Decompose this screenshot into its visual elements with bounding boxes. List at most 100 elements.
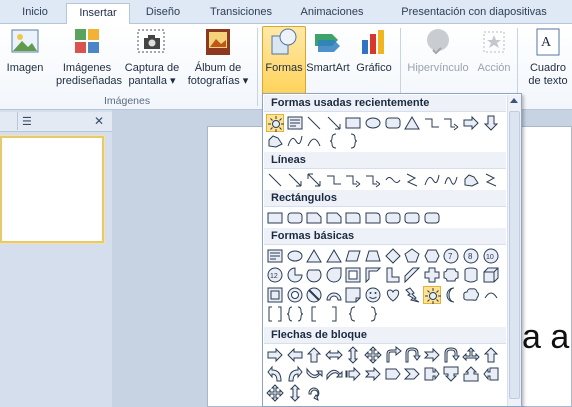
accion-button[interactable]: Acción <box>474 26 514 75</box>
circArrow-icon[interactable] <box>305 384 323 402</box>
sun-icon[interactable] <box>266 114 284 132</box>
round1-icon[interactable] <box>364 209 382 227</box>
rect-icon[interactable] <box>344 114 362 132</box>
tab-transiciones[interactable]: Transiciones <box>198 3 284 24</box>
round1-icon[interactable] <box>344 209 362 227</box>
curve-icon[interactable] <box>423 171 441 189</box>
quadarrow-icon[interactable] <box>364 346 382 364</box>
close-icon[interactable]: ✕ <box>94 114 104 128</box>
arrowline-icon[interactable] <box>325 114 343 132</box>
scrollbar-thumb[interactable] <box>509 111 520 399</box>
bevel-icon[interactable] <box>266 286 284 304</box>
slide-text[interactable]: a a <box>522 318 569 357</box>
elbowarrow-icon[interactable] <box>442 114 460 132</box>
dodec-icon[interactable]: 12 <box>266 266 284 284</box>
smartart-button[interactable]: SmartArt <box>305 26 351 75</box>
uarrow-icon[interactable] <box>482 346 500 364</box>
curvedU-icon[interactable] <box>305 365 323 383</box>
curve-icon[interactable] <box>286 132 304 150</box>
elbowarrow-icon[interactable] <box>364 171 382 189</box>
udarrow-icon[interactable] <box>286 384 304 402</box>
dcallout-icon[interactable] <box>442 365 460 383</box>
sun-icon[interactable] <box>422 286 441 304</box>
hipervinculo-button[interactable]: Hipervínculo <box>403 26 473 75</box>
arrowline-icon[interactable] <box>286 171 304 189</box>
lrUp-icon[interactable] <box>462 346 480 364</box>
freeform-icon[interactable] <box>462 171 480 189</box>
rrect-icon[interactable] <box>403 209 421 227</box>
dblarrow-icon[interactable] <box>305 171 323 189</box>
pie-icon[interactable] <box>286 266 304 284</box>
imagen-button[interactable]: Imagen <box>4 26 46 75</box>
donut-icon[interactable] <box>286 286 304 304</box>
gallery-scrollbar[interactable] <box>507 95 521 406</box>
album-fotografias-button[interactable]: Álbum de fotografías ▾ <box>186 26 250 88</box>
cube-icon[interactable] <box>482 266 500 284</box>
imagenes-prediseñadas-button[interactable]: Imágenes prediseñadas <box>56 26 122 88</box>
arc-icon[interactable] <box>305 132 323 150</box>
textbox-icon[interactable] <box>266 247 284 265</box>
lshape-icon[interactable] <box>384 266 402 284</box>
ucallout-icon[interactable] <box>462 365 480 383</box>
elbow-icon[interactable] <box>423 114 441 132</box>
grafico-button[interactable]: Gráfico <box>352 26 396 75</box>
captura-pantalla-button[interactable]: Captura de pantalla ▾ <box>120 26 184 88</box>
frame-icon[interactable] <box>344 266 362 284</box>
tri-icon[interactable] <box>325 247 343 265</box>
elbowarrow-icon[interactable] <box>344 171 362 189</box>
udarrow-icon[interactable] <box>344 346 362 364</box>
cuadro-texto-button[interactable]: A Cuadro de texto <box>524 26 572 88</box>
zigzag-icon[interactable] <box>482 171 500 189</box>
uturn-icon[interactable] <box>442 346 461 364</box>
rrect-icon[interactable] <box>286 209 304 227</box>
rarrow-icon[interactable] <box>462 114 480 132</box>
scroll-up-icon[interactable] <box>510 98 518 103</box>
freeform-icon[interactable] <box>266 132 284 150</box>
pentArrow-icon[interactable] <box>384 365 402 383</box>
tab-insertar[interactable]: Insertar <box>66 3 130 24</box>
lcallout-icon[interactable] <box>482 365 500 383</box>
diagstripe-icon[interactable] <box>403 266 421 284</box>
moon-icon[interactable] <box>442 286 460 304</box>
rbracket-icon[interactable] <box>325 305 343 323</box>
hept-icon[interactable]: 7 <box>442 247 460 265</box>
pent-icon[interactable] <box>403 247 421 265</box>
snip-icon[interactable] <box>325 209 343 227</box>
oct-icon[interactable]: 8 <box>462 247 480 265</box>
cloud-icon[interactable] <box>462 286 480 304</box>
rarrow-icon[interactable] <box>266 346 284 364</box>
snip-icon[interactable] <box>305 209 323 227</box>
dec-icon[interactable]: 10 <box>482 247 500 265</box>
dbracket-icon[interactable] <box>266 305 284 323</box>
tab-diseno[interactable]: Diseño <box>134 3 192 24</box>
ellipse-icon[interactable] <box>286 247 304 265</box>
bentarrow-icon[interactable] <box>384 346 402 364</box>
striped-icon[interactable] <box>344 365 362 383</box>
rect-icon[interactable] <box>266 209 284 227</box>
pane-tab-slides[interactable] <box>4 112 18 130</box>
smiley-icon[interactable] <box>364 286 382 304</box>
chord-icon[interactable] <box>305 266 323 284</box>
scribble-icon[interactable] <box>442 171 460 189</box>
line-icon[interactable] <box>266 171 284 189</box>
slide-thumbnail[interactable] <box>0 136 104 243</box>
heart-icon[interactable] <box>384 286 402 304</box>
zigzag-icon[interactable] <box>403 171 421 189</box>
para-icon[interactable] <box>344 247 362 265</box>
wave-icon[interactable] <box>384 171 402 189</box>
notch-icon[interactable] <box>364 365 382 383</box>
halfframe-icon[interactable] <box>364 266 382 284</box>
tri-icon[interactable] <box>305 247 323 265</box>
tab-animaciones[interactable]: Animaciones <box>290 3 374 24</box>
tear-icon[interactable] <box>325 266 343 284</box>
blockarc-icon[interactable] <box>325 286 343 304</box>
brace-icon[interactable] <box>344 305 362 323</box>
trap-icon[interactable] <box>364 247 382 265</box>
notch-icon[interactable] <box>423 346 441 364</box>
dbrace-icon[interactable] <box>286 305 304 323</box>
rbrace-icon[interactable] <box>344 132 362 150</box>
bolt-icon[interactable] <box>403 286 421 304</box>
quadarrow-icon[interactable] <box>266 384 284 402</box>
curvedL-icon[interactable] <box>266 365 284 383</box>
hex-icon[interactable] <box>423 247 441 265</box>
